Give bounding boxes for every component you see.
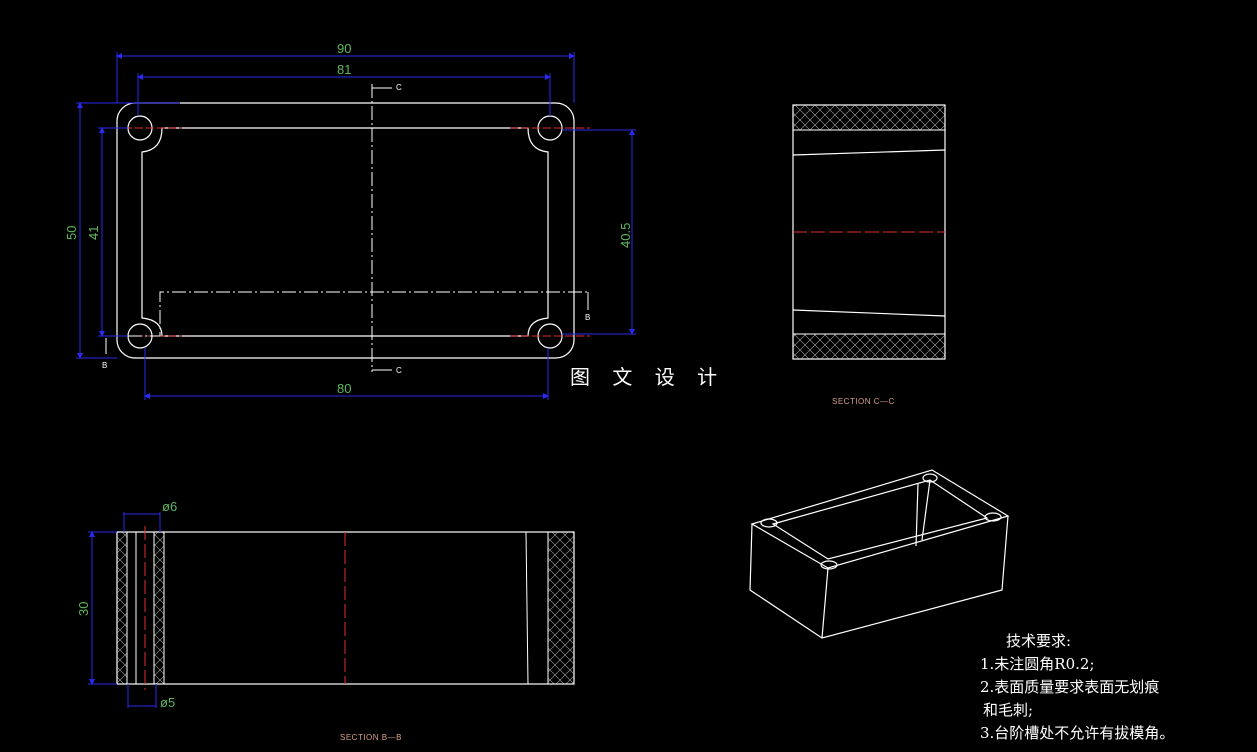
section-cc-label: SECTION C—C bbox=[832, 397, 895, 406]
notes-title: 技术要求: bbox=[1006, 632, 1072, 650]
top-view-outer-outline bbox=[116, 102, 575, 359]
section-mark-b-left: B bbox=[102, 361, 107, 370]
dim-overall-width: 90 bbox=[337, 41, 351, 56]
hole-center-lines bbox=[124, 127, 590, 337]
section-bb-hatch-right bbox=[547, 531, 575, 685]
top-view: C C B B 90 81 80 50 41 40.5 bbox=[64, 41, 636, 400]
section-mark-c-bottom: C bbox=[396, 366, 402, 375]
notes-item-2: 2.表面质量要求表面无划痕 bbox=[980, 678, 1160, 696]
notes-item-3: 3.台阶槽处不允许有拔模角。 bbox=[980, 724, 1175, 742]
section-bb-line bbox=[106, 291, 588, 337]
watermark-text: 图 文 设 计 bbox=[570, 365, 725, 389]
dim-inner-height: 41 bbox=[86, 226, 101, 240]
section-bb-dim-height: 30 bbox=[76, 602, 91, 616]
dim-overall-height: 50 bbox=[64, 226, 79, 240]
section-bb-hatch-left bbox=[116, 531, 128, 685]
section-bb-view: 30 ø6 ø5 SECTION B—B bbox=[76, 499, 575, 742]
dim-bottom-width: 80 bbox=[337, 381, 351, 396]
technical-requirements: 技术要求: 1.未注圆角R0.2; 2.表面质量要求表面无划痕 和毛刺; 3.台… bbox=[980, 630, 1250, 745]
notes-item-2-cont: 和毛刺; bbox=[983, 701, 1034, 719]
section-cc-step-bottom bbox=[792, 309, 946, 317]
dim-inner-width: 81 bbox=[337, 62, 351, 77]
section-cc-hatch-top bbox=[792, 104, 946, 131]
dim-hole-spacing: 40.5 bbox=[618, 223, 633, 248]
section-mark-b-right: B bbox=[585, 313, 590, 322]
top-view-inner-outline bbox=[141, 127, 549, 337]
section-mark-c-top: C bbox=[396, 83, 402, 92]
section-bb-draft-line bbox=[525, 531, 529, 685]
section-cc-hatch-bottom bbox=[792, 333, 946, 360]
notes-item-1: 1.未注圆角R0.2; bbox=[980, 655, 1095, 673]
section-bb-label: SECTION B—B bbox=[340, 733, 402, 742]
section-cc-view: SECTION C—C bbox=[792, 104, 946, 406]
section-bb-dim-bottom-dia: ø5 bbox=[160, 695, 175, 710]
section-bb-hatch-left-2 bbox=[153, 531, 165, 685]
isometric-view bbox=[749, 469, 1010, 639]
section-bb-dim-top-dia: ø6 bbox=[162, 499, 177, 514]
section-cc-step-top bbox=[792, 149, 946, 156]
